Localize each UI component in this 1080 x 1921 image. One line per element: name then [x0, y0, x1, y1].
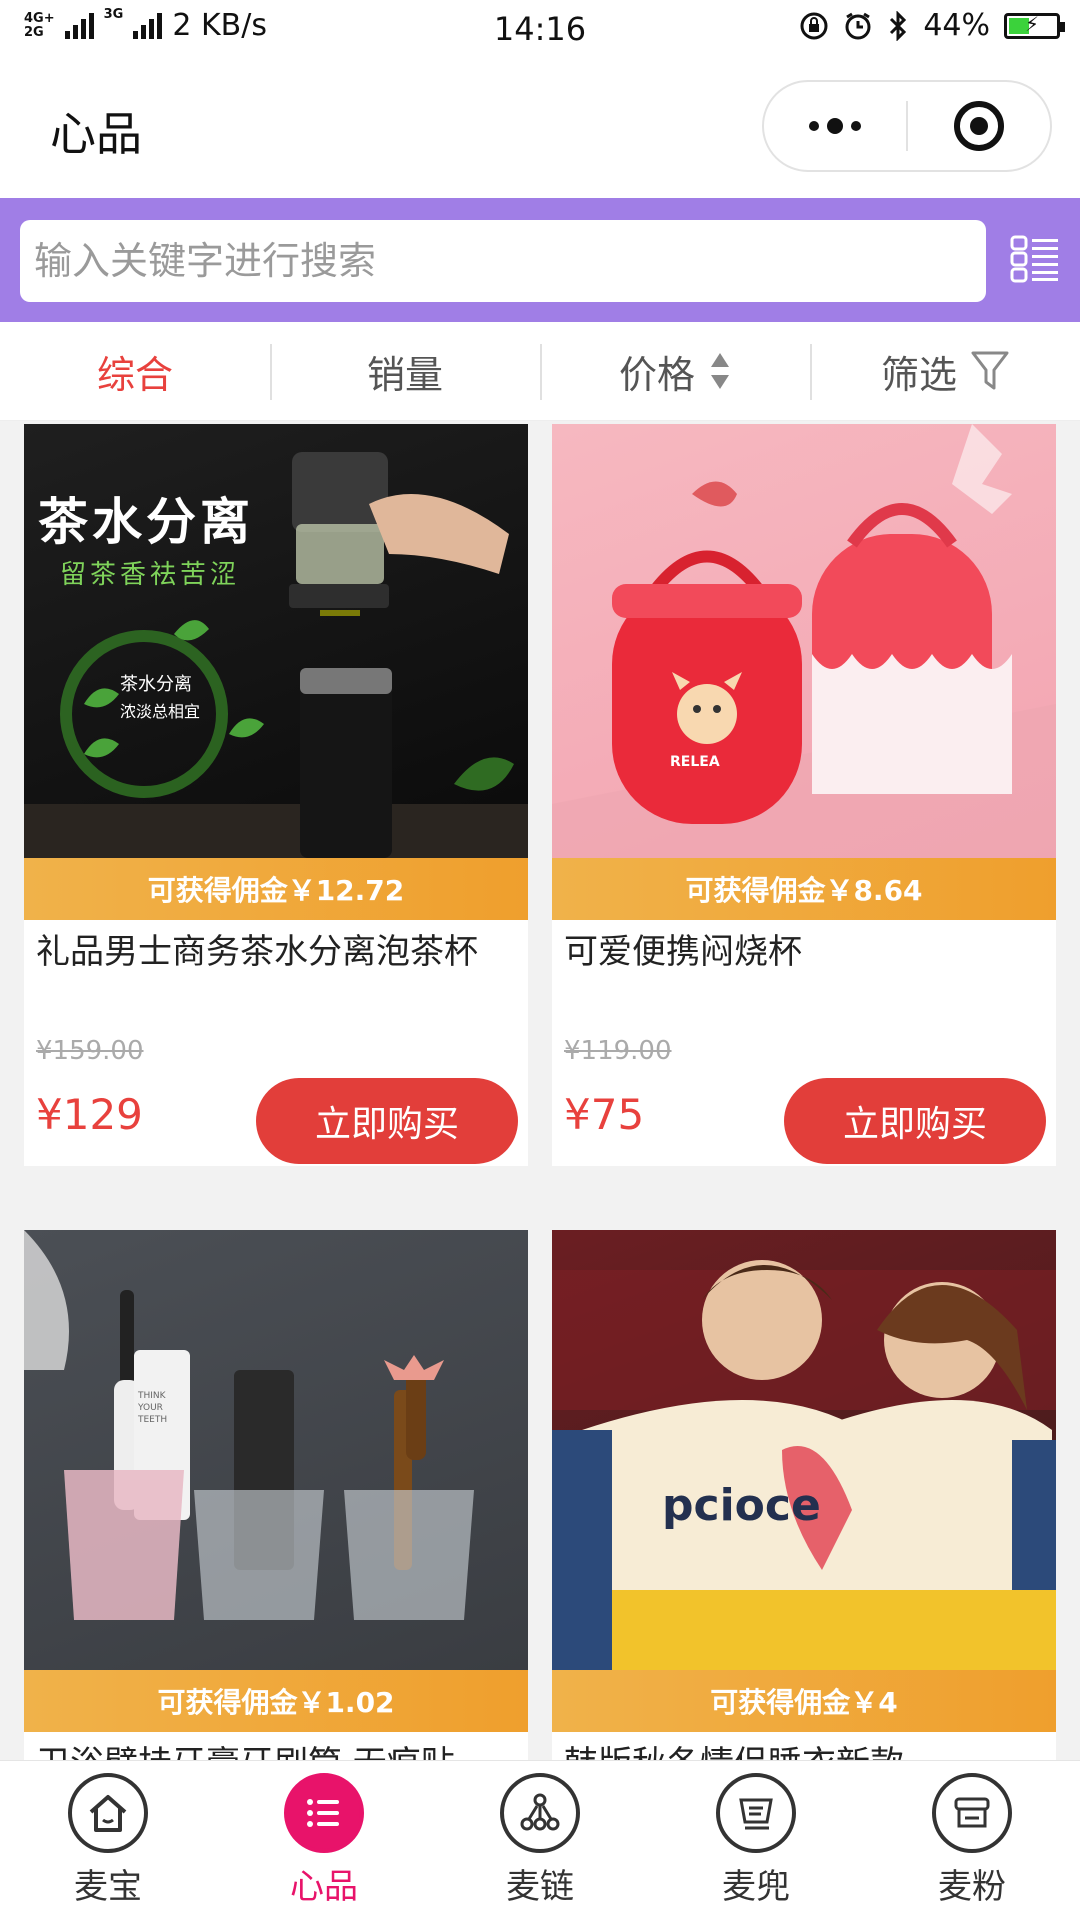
- battery-percent: 44%: [923, 8, 990, 43]
- product-title[interactable]: 卫浴壁挂牙膏牙刷筒 无痕贴: [24, 1732, 528, 1760]
- tab-label: 麦链: [506, 1867, 574, 1907]
- miniprogram-capsule: [762, 80, 1052, 172]
- original-price: ¥119.00: [564, 1036, 672, 1066]
- nav-bar: 心品: [0, 56, 1080, 198]
- tab-label: 麦宝: [74, 1867, 142, 1907]
- product-title[interactable]: 韩版秋冬情侣睡衣新款: [552, 1732, 1056, 1760]
- store-icon: [932, 1773, 1012, 1853]
- tab-xinpin[interactable]: 心品: [216, 1761, 432, 1921]
- current-price: ¥75: [564, 1090, 645, 1139]
- commission-banner: 可获得佣金￥8.64: [552, 858, 1056, 920]
- charging-icon: ⚡: [1025, 11, 1040, 36]
- filter-icon: [971, 351, 1009, 390]
- image-print: pcioce: [662, 1480, 821, 1531]
- tab-mailian[interactable]: 麦链: [432, 1761, 648, 1921]
- product-image[interactable]: RELEA: [552, 424, 1056, 858]
- tab-label: 麦粉: [938, 1867, 1006, 1907]
- commission-banner: 可获得佣金￥12.72: [24, 858, 528, 920]
- product-card[interactable]: THINK YOUR TEETH 可获得佣金￥1.02 卫浴壁挂牙膏牙刷筒 无痕…: [24, 1230, 528, 1760]
- bluetooth-icon: [890, 10, 907, 41]
- image-label: THINK YOUR TEETH: [138, 1391, 168, 1425]
- tab-bar: 麦宝 心品 麦链 麦兜 麦粉: [0, 1760, 1080, 1921]
- page-title: 心品: [50, 107, 142, 161]
- status-right: 44% ⚡: [799, 8, 1065, 43]
- image-headline: 茶水分离: [38, 492, 254, 551]
- image-brand: RELEA: [670, 754, 720, 770]
- image-badge-title: 茶水分离: [120, 674, 192, 695]
- current-price: ¥129: [36, 1090, 143, 1139]
- list-view-icon[interactable]: [1010, 234, 1060, 284]
- home-icon: [68, 1773, 148, 1853]
- image-badge-text: 浓淡总相宜: [120, 702, 201, 721]
- price-row: ¥75 立即购买: [552, 1066, 1056, 1166]
- sort-sales-label: 销量: [366, 352, 443, 397]
- product-title[interactable]: 可爱便携闷烧杯: [552, 920, 1056, 1030]
- buy-now-button[interactable]: 立即购买: [784, 1078, 1046, 1164]
- toothbrush-holder-illustration: [24, 1230, 474, 1620]
- sort-arrows-icon: [711, 353, 729, 389]
- commission-banner: 可获得佣金￥4: [552, 1670, 1056, 1732]
- target-icon: [954, 101, 1004, 151]
- sort-filter-label: 筛选: [880, 352, 957, 397]
- sort-filter[interactable]: 筛选: [810, 322, 1080, 420]
- sort-sales[interactable]: 销量: [270, 322, 540, 420]
- tab-label: 心品: [290, 1867, 358, 1907]
- sort-comprehensive-label: 综合: [96, 352, 173, 397]
- search-input[interactable]: [20, 220, 986, 302]
- buy-now-button[interactable]: 立即购买: [256, 1078, 518, 1164]
- tab-label: 麦兜: [722, 1867, 790, 1907]
- tab-maifen[interactable]: 麦粉: [864, 1761, 1080, 1921]
- commission-banner: 可获得佣金￥1.02: [24, 1670, 528, 1732]
- network-tree-icon: [500, 1773, 580, 1853]
- tab-maibao[interactable]: 麦宝: [0, 1761, 216, 1921]
- product-card[interactable]: 茶水分离 留茶香祛苦涩 茶水分离 浓淡总相宜 可获得佣金￥12.72 礼品男士商…: [24, 424, 528, 1166]
- product-grid: 茶水分离 留茶香祛苦涩 茶水分离 浓淡总相宜 可获得佣金￥12.72 礼品男士商…: [24, 424, 1056, 1760]
- more-button[interactable]: [764, 118, 906, 134]
- tab-maidou[interactable]: 麦兜: [648, 1761, 864, 1921]
- product-title[interactable]: 礼品男士商务茶水分离泡茶杯: [24, 920, 528, 1030]
- price-row: ¥129 立即购买: [24, 1066, 528, 1166]
- product-image[interactable]: pcioce: [552, 1230, 1056, 1670]
- sort-comprehensive[interactable]: 综合: [0, 322, 270, 420]
- image-subline: 留茶香祛苦涩: [60, 560, 241, 590]
- original-price: ¥159.00: [36, 1036, 144, 1066]
- sort-price-label: 价格: [618, 352, 695, 397]
- close-button[interactable]: [908, 101, 1050, 151]
- search-bar: [0, 198, 1080, 322]
- pajamas-illustration: [552, 1260, 1056, 1670]
- battery-icon: ⚡: [1004, 11, 1065, 39]
- cart-list-icon: [716, 1773, 796, 1853]
- list-icon: [284, 1773, 364, 1853]
- alarm-icon: [845, 12, 871, 39]
- status-bar: 4G+ 2G 3G 2 KB/s 14:16 44% ⚡: [0, 0, 1080, 56]
- product-image[interactable]: 茶水分离 留茶香祛苦涩 茶水分离 浓淡总相宜: [24, 424, 528, 858]
- food-jar-illustration: [552, 424, 1056, 858]
- product-card[interactable]: RELEA 可获得佣金￥8.64 可爱便携闷烧杯 ¥119.00 ¥75 立即购…: [552, 424, 1056, 1166]
- rotation-lock-icon: [800, 12, 828, 39]
- product-card[interactable]: pcioce 可获得佣金￥4 韩版秋冬情侣睡衣新款: [552, 1230, 1056, 1760]
- sort-bar: 综合 销量 价格 筛选: [0, 322, 1080, 421]
- sort-price[interactable]: 价格: [540, 322, 810, 420]
- product-image[interactable]: THINK YOUR TEETH: [24, 1230, 528, 1670]
